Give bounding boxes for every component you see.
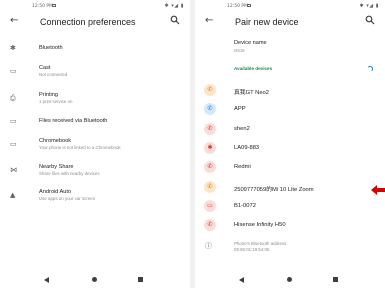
nav-home-icon[interactable] xyxy=(287,277,292,282)
device-name: 真我GT Neo2 xyxy=(234,90,270,96)
device-name-setting[interactable]: Device name G615 xyxy=(195,40,385,58)
system-status-icons: ✱ ▾◢ ▮ xyxy=(164,3,184,9)
device-name-value: G615 xyxy=(234,48,245,53)
chromebook-icon: ▭ xyxy=(10,140,17,148)
device-name: Redmi xyxy=(234,164,251,171)
pref-item-title: Nearby Share xyxy=(39,164,74,170)
nav-back-icon[interactable] xyxy=(44,277,49,283)
phone-icon: ✆ xyxy=(204,219,216,232)
pair-new-device-screen: 12:50 PM ✱ ▾◢ ▮ ← Pair new device Device… xyxy=(195,0,385,288)
printer-icon: ⎙ xyxy=(10,94,16,102)
connection-preferences-screen: 12:50 PM ✱ ▾◢ ▮ ← Connection preferences… xyxy=(0,0,190,288)
pref-item-android-auto[interactable]: ▲ Android Auto Use apps on your car scre… xyxy=(0,188,190,206)
status-bar: 12:50 PM ✱ ▾◢ ▮ xyxy=(0,0,190,13)
status-time: 12:50 PM xyxy=(227,4,248,9)
pref-item-subtitle: Use apps on your car screen xyxy=(39,196,96,201)
device-name-label: Device name xyxy=(234,40,267,46)
nav-home-icon[interactable] xyxy=(92,277,97,282)
page-title: Pair new device xyxy=(235,17,299,27)
device-row[interactable]: ✆ 真我GT Neo2 xyxy=(195,82,385,98)
android-auto-icon: ▲ xyxy=(10,191,16,199)
pref-item-chromebook[interactable]: ▭ Chromebook Your phone is not linked to… xyxy=(0,137,190,155)
image-notification-icon xyxy=(247,4,251,7)
status-bar: 12:50 PM ✱ ▾◢ ▮ xyxy=(195,0,385,13)
status-time: 12:50 PM xyxy=(32,4,53,9)
device-row[interactable]: ✆ Redmi xyxy=(195,159,385,175)
image-notification-icon xyxy=(52,4,56,7)
back-arrow-icon[interactable]: ← xyxy=(10,15,18,27)
pref-item-title: Files received via Bluetooth xyxy=(39,118,108,124)
nearby-share-icon: ⋈ xyxy=(10,166,17,174)
page-title: Connection preferences xyxy=(40,17,136,27)
app-bar: ← Pair new device xyxy=(195,13,385,33)
device-row[interactable]: ✆ 2509777059的Mi 10 Lite Zoom xyxy=(195,179,385,195)
device-icon-glyph: ✆ xyxy=(207,86,213,93)
phone-icon: ✆ xyxy=(204,84,216,96)
device-icon-glyph: ✆ xyxy=(207,124,213,132)
device-name: Hisense Infinity H50 xyxy=(234,222,286,229)
pref-item-title: Bluetooth xyxy=(39,45,63,51)
scanning-spinner-icon xyxy=(367,66,373,72)
pref-item-title: Printing xyxy=(39,92,58,98)
navigation-bar xyxy=(195,272,385,288)
info-icon: ⓘ xyxy=(205,242,212,250)
device-name: shen2 xyxy=(234,125,250,132)
pref-item-title: Android Auto xyxy=(39,189,72,195)
device-name: APP xyxy=(234,106,246,113)
device-icon-glyph: ✱ xyxy=(207,143,213,151)
pref-item-printing[interactable]: ⎙ Printing 1 print service on xyxy=(0,91,190,109)
pref-item-subtitle: Share files with nearby devices xyxy=(39,171,100,176)
device-row[interactable]: ▭ B1-0072 xyxy=(195,198,385,214)
pref-item-subtitle: 1 print service on xyxy=(39,99,73,104)
device-icon-glyph: ✆ xyxy=(207,221,213,229)
pref-item-cast[interactable]: ▭ Cast Not connected xyxy=(0,64,190,82)
app-bar: ← Connection preferences xyxy=(0,13,190,33)
pref-item-title: Chromebook xyxy=(39,138,72,144)
pref-item-nearby-share[interactable]: ⋈ Nearby Share Share files with nearby d… xyxy=(0,163,190,181)
device-icon-glyph: ✆ xyxy=(207,163,213,171)
search-icon[interactable] xyxy=(365,15,375,25)
device-icon-glyph: ▭ xyxy=(207,201,213,209)
bluetooth-device-icon: ✱ xyxy=(204,141,216,154)
available-devices-header: Available devices xyxy=(195,64,385,74)
device-row[interactable]: ✆ Hisense Infinity H50 xyxy=(195,217,385,233)
laptop-icon: ▭ xyxy=(204,199,216,212)
device-row[interactable]: ✱ LA09-883 xyxy=(195,140,385,156)
device-icon-glyph: ✆ xyxy=(207,105,213,113)
bluetooth-address-label: Phone's Bluetooth address: xyxy=(234,241,288,246)
device-row[interactable]: ✆ APP xyxy=(195,101,385,117)
back-arrow-icon[interactable]: ← xyxy=(205,15,213,27)
bluetooth-icon: ✱ xyxy=(10,44,16,52)
navigation-bar xyxy=(0,272,190,288)
nav-recents-icon[interactable] xyxy=(333,277,338,282)
device-name: 2509777059的Mi 10 Lite Zoom xyxy=(234,186,314,193)
cast-icon: ▭ xyxy=(10,67,17,75)
phone-icon: ✆ xyxy=(204,103,216,116)
device-icon-glyph: ✆ xyxy=(207,182,213,190)
annotation-arrow-icon xyxy=(371,185,385,195)
phone-icon: ✆ xyxy=(204,122,216,135)
pref-item-subtitle: Your phone is not linked to a Chromebook xyxy=(39,145,121,150)
folder-icon: ▭ xyxy=(10,117,17,125)
device-name: B1-0072 xyxy=(234,202,256,209)
pref-item-title: Cast xyxy=(39,65,51,71)
pref-item-subtitle: Not connected xyxy=(39,72,68,77)
nav-back-icon[interactable] xyxy=(239,277,244,283)
device-row[interactable]: ✆ shen2 xyxy=(195,121,385,137)
bluetooth-address-value: 05:86:01:19:54:05 xyxy=(234,247,270,252)
search-icon[interactable] xyxy=(170,15,180,25)
phone-icon: ✆ xyxy=(204,180,216,193)
device-name: LA09-883 xyxy=(234,144,260,151)
available-devices-label: Available devices xyxy=(234,66,273,71)
pref-item-files-received[interactable]: ▭ Files received via Bluetooth xyxy=(0,116,190,130)
nav-recents-icon[interactable] xyxy=(138,277,143,282)
phone-icon: ✆ xyxy=(204,161,216,174)
bluetooth-address-info: ⓘ Phone's Bluetooth address: 05:86:01:19… xyxy=(195,240,385,254)
pref-item-bluetooth[interactable]: ✱ Bluetooth xyxy=(0,43,190,57)
system-status-icons: ✱ ▾◢ ▮ xyxy=(359,3,379,9)
